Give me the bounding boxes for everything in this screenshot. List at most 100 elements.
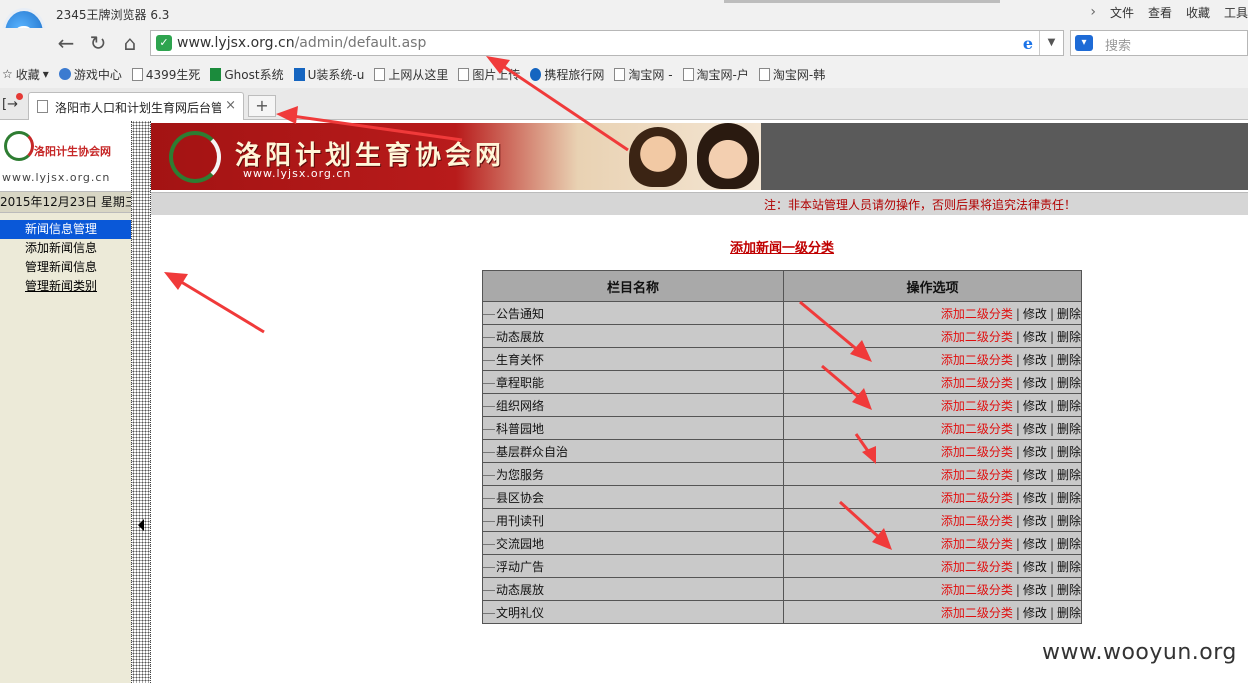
chevron-right-icon[interactable]: › [1090,4,1096,21]
bookmark-item[interactable]: 游戏中心 [58,66,122,83]
star-icon: ☆ [2,67,13,81]
add-subcategory-link[interactable]: 添加二级分类 [941,307,1013,321]
delete-link[interactable]: 删除 [1057,422,1081,436]
separator: | [1049,582,1054,597]
ghost-icon [210,67,222,81]
delete-link[interactable]: 删除 [1057,606,1081,620]
delete-link[interactable]: 删除 [1057,583,1081,597]
add-subcategory-link[interactable]: 添加二级分类 [941,445,1013,459]
bookmark-item[interactable]: U装系统-u [293,66,364,83]
edit-link[interactable]: 修改 [1023,514,1047,528]
notice-bar: 注：非本站管理人员请勿操作，否则后果将追究法律责任！ [151,192,1248,215]
add-subcategory-link[interactable]: 添加二级分类 [941,330,1013,344]
table-header-row: 栏目名称 操作选项 [482,270,1082,302]
category-name-cell: 交流园地 [482,531,784,555]
delete-link[interactable]: 删除 [1057,491,1081,505]
edit-link[interactable]: 修改 [1023,307,1047,321]
new-tab-button[interactable]: + [248,95,276,117]
menu-file[interactable]: 文件 [1110,4,1134,21]
search-engine-icon[interactable]: ▾ [1075,35,1093,51]
category-name: 交流园地 [496,536,545,551]
url-input[interactable]: ✓ www.lyjsx.org.cn/admin/default.asp e ▼ [150,30,1064,56]
tab-admin[interactable]: 洛阳市人口和计划生育网后台管理 × [28,92,244,120]
delete-link[interactable]: 删除 [1057,537,1081,551]
add-top-category-link[interactable]: 添加新闻一级分类 [730,237,834,256]
bookmark-item[interactable]: 淘宝网-韩 [758,66,825,83]
ie-compat-icon[interactable]: e [1023,34,1033,53]
bookmark-item[interactable]: 4399生死 [131,66,200,83]
home-icon[interactable]: ⌂ [118,31,142,55]
add-subcategory-link[interactable]: 添加二级分类 [941,422,1013,436]
delete-link[interactable]: 删除 [1057,560,1081,574]
bookmark-item[interactable]: 淘宝网 - [614,66,673,83]
add-subcategory-link[interactable]: 添加二级分类 [941,514,1013,528]
menu-favorites[interactable]: 收藏 [1186,4,1210,21]
category-name-cell: 县区协会 [482,485,784,509]
category-table: 栏目名称 操作选项 公告通知 添加二级分类 | 修改 | 删除 动态展放 添加二级分类 | 修改 |… [482,270,1082,624]
delete-link[interactable]: 删除 [1057,376,1081,390]
edit-link[interactable]: 修改 [1023,606,1047,620]
url-dropdown-icon[interactable]: ▼ [1039,31,1063,55]
delete-link[interactable]: 删除 [1057,399,1081,413]
separator: | [1015,490,1020,505]
edit-link[interactable]: 修改 [1023,353,1047,367]
delete-link[interactable]: 删除 [1057,307,1081,321]
menu-tools[interactable]: 工具 [1224,4,1248,21]
sidebar-item-manage-categories[interactable]: 管理新闻类别 [0,277,131,296]
edit-link[interactable]: 修改 [1023,422,1047,436]
delete-link[interactable]: 删除 [1057,353,1081,367]
back-arrow-icon[interactable]: ← [54,31,78,55]
edit-link[interactable]: 修改 [1023,560,1047,574]
add-subcategory-link[interactable]: 添加二级分类 [941,537,1013,551]
delete-link[interactable]: 删除 [1057,468,1081,482]
separator: | [1015,444,1020,459]
menu-view[interactable]: 查看 [1148,4,1172,21]
delete-link[interactable]: 删除 [1057,445,1081,459]
add-subcategory-link[interactable]: 添加二级分类 [941,583,1013,597]
bookmark-favorites[interactable]: ☆ 收藏 ▾ [2,66,49,83]
separator: | [1015,306,1020,321]
sidebar-item-news-management[interactable]: 新闻信息管理 [0,220,131,239]
delete-link[interactable]: 删除 [1057,514,1081,528]
sidebar-item-manage-news[interactable]: 管理新闻信息 [0,258,131,277]
edit-link[interactable]: 修改 [1023,468,1047,482]
edit-link[interactable]: 修改 [1023,399,1047,413]
add-subcategory-link[interactable]: 添加二级分类 [941,399,1013,413]
frame-splitter[interactable] [131,121,151,683]
edit-link[interactable]: 修改 [1023,330,1047,344]
tree-line-icon [483,428,495,430]
url-text[interactable]: www.lyjsx.org.cn/admin/default.asp [177,35,426,51]
tab-title: 洛阳市人口和计划生育网后台管理 [55,101,221,115]
close-icon[interactable]: × [225,98,236,113]
category-name-cell: 组织网络 [482,393,784,417]
delete-link[interactable]: 删除 [1057,330,1081,344]
sidebar-toggle-icon[interactable]: [→ [2,97,18,112]
top-menu: › 文件 查看 收藏 工具 [1090,4,1248,21]
bookmark-item[interactable]: Ghost系统 [210,66,284,83]
add-subcategory-link[interactable]: 添加二级分类 [941,353,1013,367]
table-row: 交流园地 添加二级分类 | 修改 | 删除 [482,531,1082,555]
bookmark-item[interactable]: 上网从这里 [374,66,448,83]
search-input[interactable]: ▾ 搜索 [1070,30,1248,56]
logo-url: www.lyjsx.org.cn [2,171,111,184]
edit-link[interactable]: 修改 [1023,445,1047,459]
banner-image: 洛阳计划生育协会网 www.lyjsx.org.cn [151,123,761,190]
add-subcategory-link[interactable]: 添加二级分类 [941,468,1013,482]
edit-link[interactable]: 修改 [1023,583,1047,597]
add-subcategory-link[interactable]: 添加二级分类 [941,376,1013,390]
sidebar-item-add-news[interactable]: 添加新闻信息 [0,239,131,258]
category-name-cell: 公告通知 [482,301,784,325]
edit-link[interactable]: 修改 [1023,537,1047,551]
add-subcategory-link[interactable]: 添加二级分类 [941,606,1013,620]
edit-link[interactable]: 修改 [1023,376,1047,390]
add-subcategory-link[interactable]: 添加二级分类 [941,491,1013,505]
bookmark-item[interactable]: 携程旅行网 [530,66,604,83]
separator: | [1015,329,1020,344]
edit-link[interactable]: 修改 [1023,491,1047,505]
add-subcategory-link[interactable]: 添加二级分类 [941,560,1013,574]
refresh-icon[interactable]: ↻ [86,31,110,55]
collapse-arrow-icon[interactable] [138,519,144,531]
separator: | [1015,375,1020,390]
bookmark-item[interactable]: 淘宝网-户 [682,66,749,83]
bookmark-item[interactable]: 图片上传 [458,66,520,83]
